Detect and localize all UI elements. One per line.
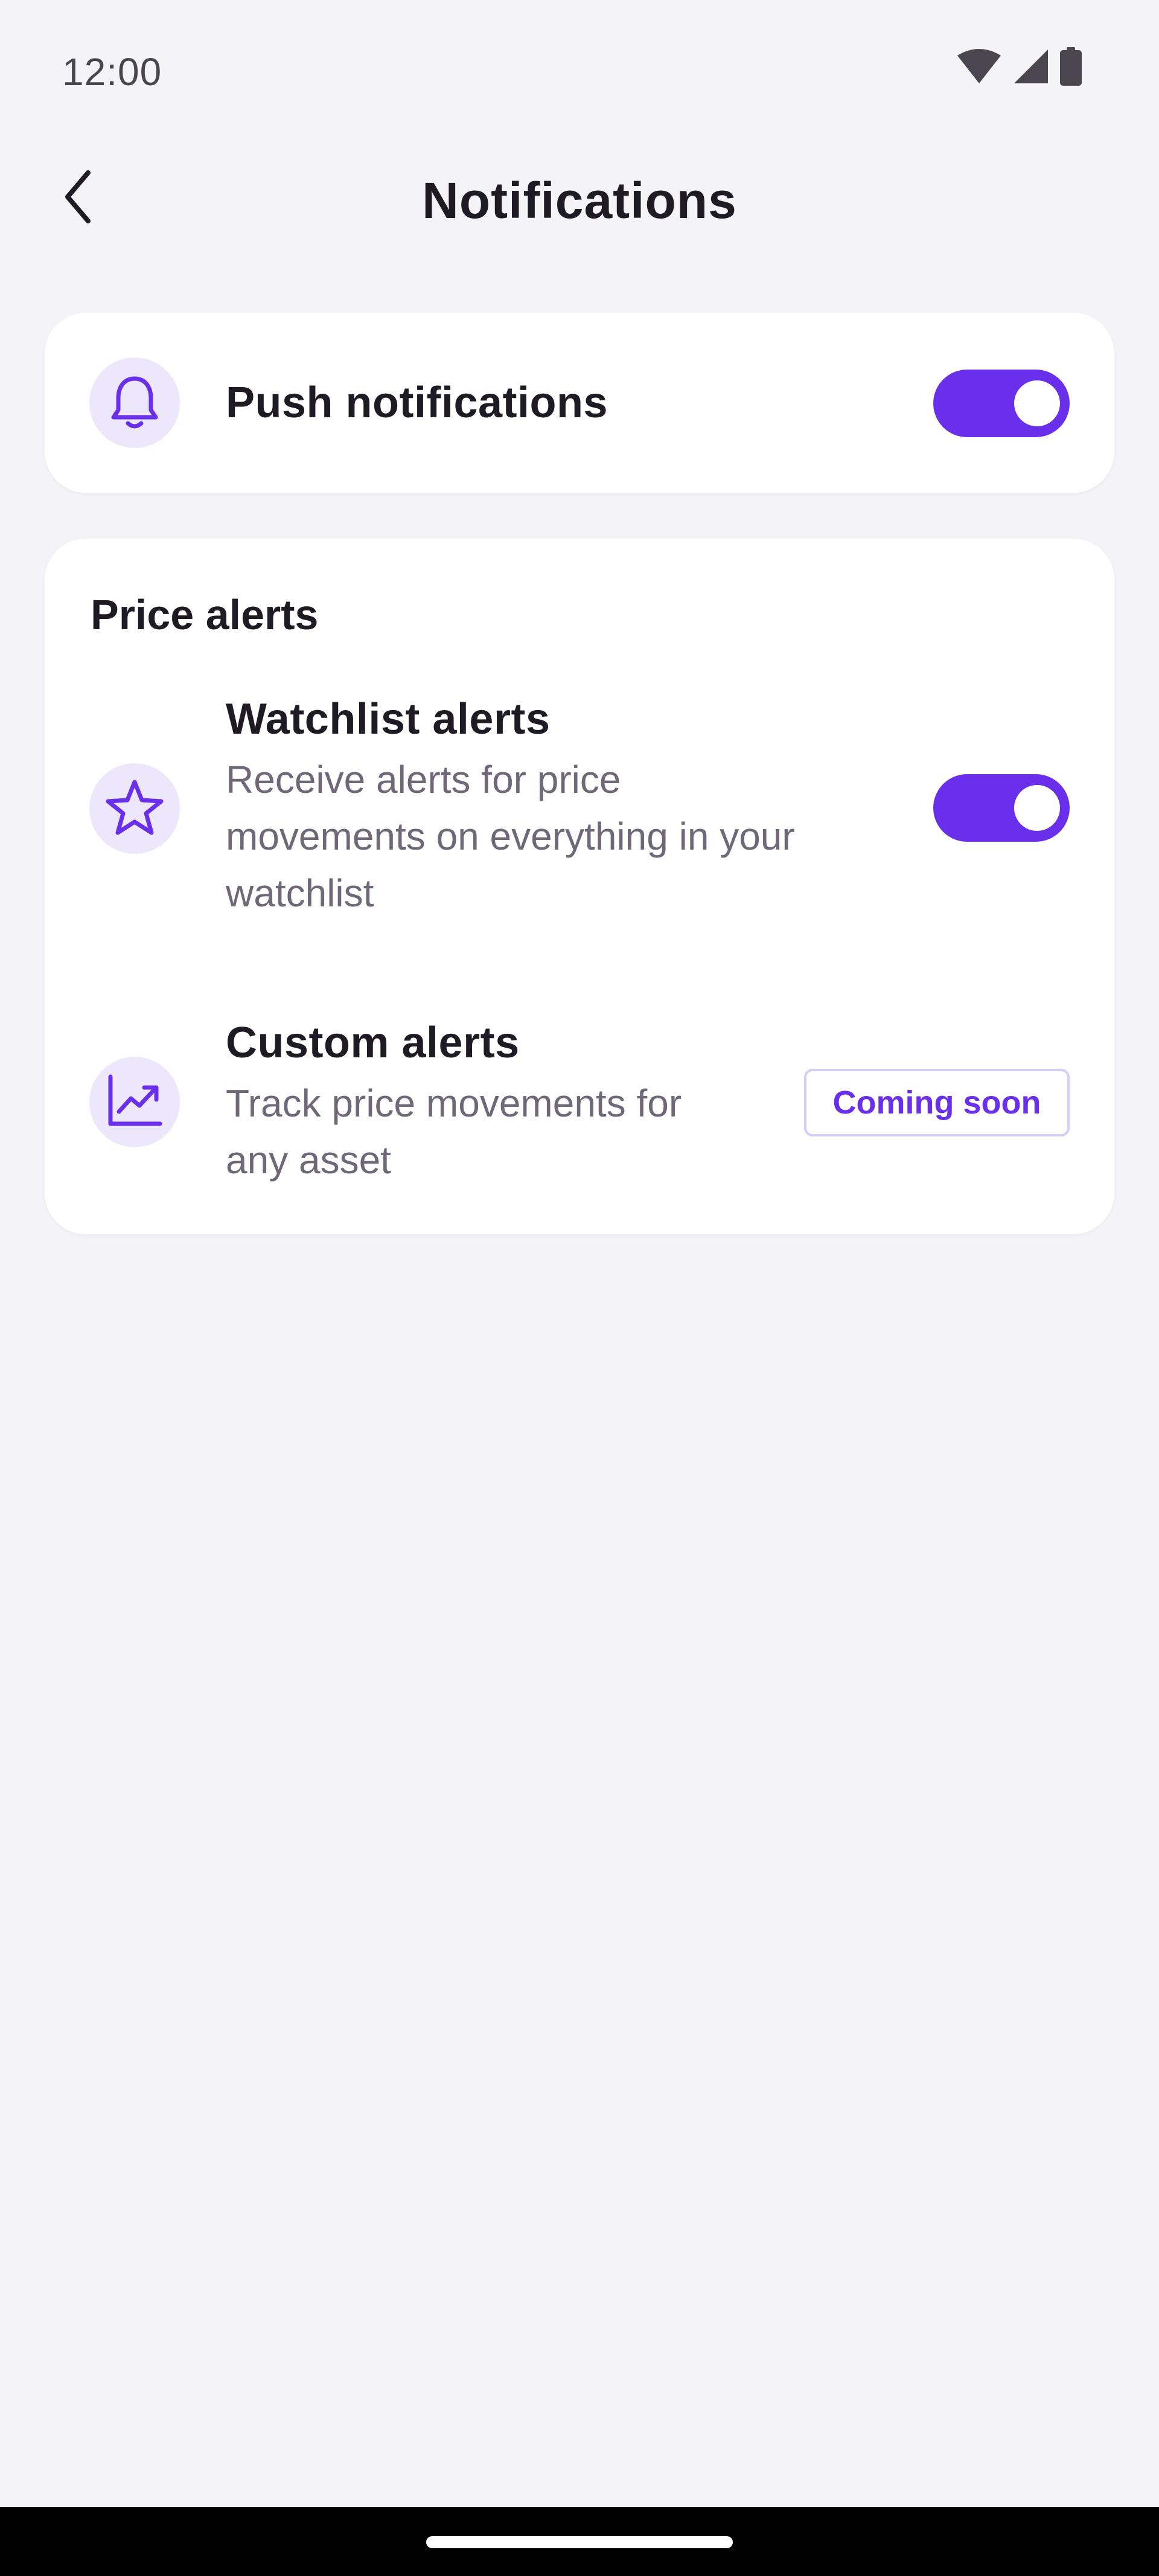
status-icons [956, 47, 1082, 86]
custom-alerts-icon-container [89, 1057, 180, 1147]
custom-alerts-title: Custom alerts [226, 1019, 520, 1067]
top-app-bar: Notifications [0, 140, 1159, 264]
price-alerts-card: Price alerts Watchlist alerts Receive al… [45, 539, 1114, 1234]
status-bar: 12:00 [0, 0, 1159, 140]
description-line: watchlist [226, 871, 374, 915]
star-icon [104, 778, 165, 839]
push-notifications-toggle[interactable] [933, 370, 1070, 437]
trending-up-chart-icon [106, 1073, 164, 1132]
coming-soon-badge: Coming soon [804, 1069, 1070, 1136]
wifi-icon [956, 48, 1002, 85]
toggle-knob [1014, 380, 1060, 426]
system-navigation-bar [0, 2507, 1159, 2576]
page-title: Notifications [422, 172, 737, 229]
price-alerts-heading: Price alerts [91, 591, 319, 638]
battery-icon [1060, 47, 1082, 86]
description-line: movements on everything in your [226, 815, 795, 858]
push-notifications-card: Push notifications [45, 313, 1114, 493]
watchlist-alerts-description: Receive alerts for price movements on ev… [226, 751, 908, 921]
status-time: 12:00 [62, 50, 162, 94]
home-gesture-handle[interactable] [426, 2536, 733, 2548]
description-line: any asset [226, 1138, 391, 1182]
watchlist-alerts-title: Watchlist alerts [226, 695, 551, 743]
toggle-knob [1014, 785, 1060, 831]
push-notifications-label: Push notifications [226, 379, 608, 427]
watchlist-icon-container [89, 763, 180, 854]
description-line: Track price movements for [226, 1081, 682, 1125]
custom-alerts-description: Track price movements for any asset [226, 1075, 805, 1188]
notifications-screen: 12:00 Notifications Push notifications P… [0, 0, 1159, 2576]
watchlist-alerts-toggle[interactable] [933, 774, 1070, 842]
push-icon-container [89, 357, 180, 448]
bell-icon [107, 373, 162, 434]
cellular-signal-icon [1013, 48, 1049, 85]
description-line: Receive alerts for price [226, 758, 621, 801]
